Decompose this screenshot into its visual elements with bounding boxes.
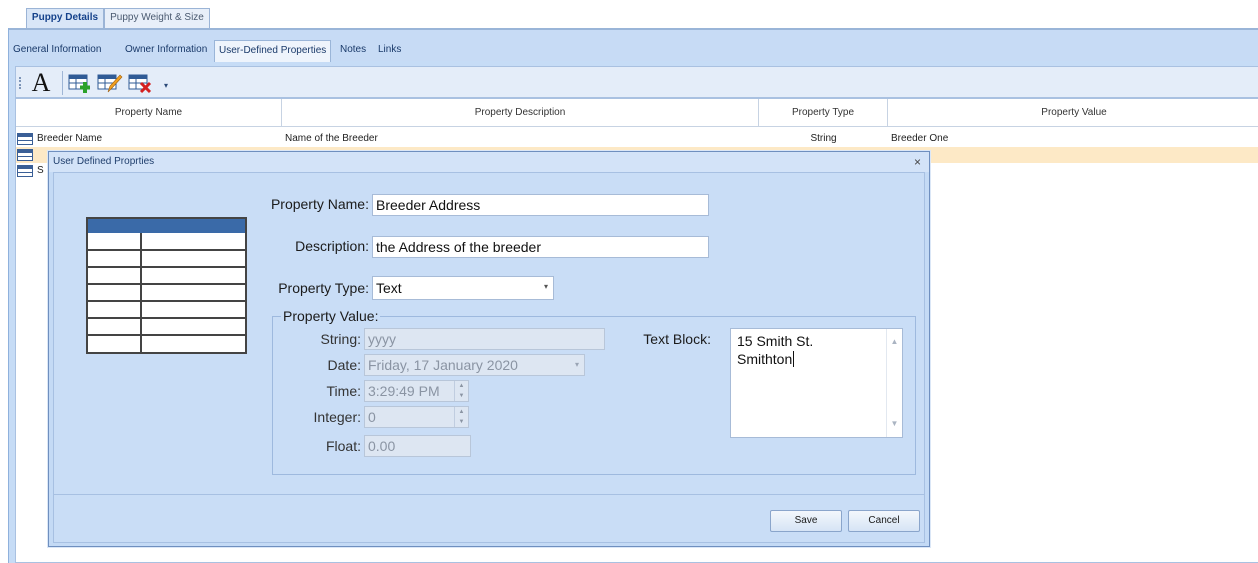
table-row-icon xyxy=(17,133,33,145)
property-name-input[interactable]: Breeder Address xyxy=(372,194,709,216)
float-input[interactable]: 0.00 xyxy=(364,435,471,457)
toolbar-grip[interactable] xyxy=(19,77,21,89)
table-icon-header xyxy=(88,219,245,233)
dialog-footer: Save Cancel xyxy=(53,495,925,543)
save-button[interactable]: Save xyxy=(770,510,842,532)
tab-notes[interactable]: Notes xyxy=(340,40,366,62)
description-input[interactable]: the Address of the breeder xyxy=(372,236,709,258)
spinner-arrows-icon[interactable]: ▲ ▼ xyxy=(454,407,468,427)
date-label: Date: xyxy=(327,357,361,373)
add-property-icon[interactable] xyxy=(68,72,94,94)
string-input[interactable]: yyyy xyxy=(364,328,605,350)
cell-property-value: Breeder One xyxy=(891,133,949,144)
property-type-label: Property Type: xyxy=(278,280,369,296)
table-row[interactable]: Breeder Name Name of the Breeder String … xyxy=(16,131,1258,147)
tab-puppy-weight-size[interactable]: Puppy Weight & Size xyxy=(104,8,210,28)
table-icon xyxy=(86,217,247,354)
column-header-property-name[interactable]: Property Name xyxy=(16,99,282,127)
text-block-input[interactable]: 15 Smith St. Smithton ▲ ▼ xyxy=(730,328,903,438)
integer-spinner[interactable]: 0 ▲ ▼ xyxy=(364,406,469,428)
table-row-icon xyxy=(17,149,33,161)
grid-header: Property Name Property Description Prope… xyxy=(16,99,1258,127)
cancel-button[interactable]: Cancel xyxy=(848,510,920,532)
table-icon-grid xyxy=(88,233,245,352)
integer-value: 0 xyxy=(368,409,376,425)
time-value: 3:29:49 PM xyxy=(368,383,440,399)
font-icon[interactable]: A xyxy=(26,69,56,97)
column-header-property-description[interactable]: Property Description xyxy=(282,99,759,127)
cell-property-name: Breeder Name xyxy=(37,133,103,144)
document-tab-strip: Puppy Details Puppy Weight & Size xyxy=(0,0,1258,28)
property-type-select[interactable]: Text ▾ xyxy=(372,276,554,300)
description-label: Description: xyxy=(295,238,369,254)
text-block-scrollbar[interactable]: ▲ ▼ xyxy=(886,329,902,437)
date-value: Friday, 17 January 2020 xyxy=(368,357,518,373)
property-value-group-label: Property Value: xyxy=(281,308,381,324)
table-row-icon xyxy=(17,165,33,177)
user-defined-properties-dialog: User Defined Proprties × Property Name: … xyxy=(48,151,930,547)
close-icon[interactable]: × xyxy=(914,152,921,172)
chevron-down-icon[interactable]: ▾ xyxy=(539,277,553,299)
delete-property-icon[interactable] xyxy=(128,72,154,94)
text-block-label: Text Block: xyxy=(643,331,711,347)
float-label: Float: xyxy=(325,438,361,454)
spinner-arrows-icon[interactable]: ▲ ▼ xyxy=(454,381,468,401)
string-label: String: xyxy=(320,331,361,347)
chevron-down-icon[interactable]: ▾ xyxy=(570,355,584,375)
tab-puppy-details[interactable]: Puppy Details xyxy=(26,8,104,28)
tab-links[interactable]: Links xyxy=(378,40,401,62)
integer-label: Integer: xyxy=(313,409,361,425)
dialog-body: Property Name: Breeder Address Descripti… xyxy=(53,172,925,495)
tab-general-information[interactable]: General Information xyxy=(13,40,101,62)
text-block-line: Smithton xyxy=(737,351,795,367)
edit-property-icon[interactable] xyxy=(97,72,123,94)
section-tab-strip: General Information Owner Information Us… xyxy=(9,28,1258,62)
tab-user-defined-properties[interactable]: User-Defined Properties xyxy=(214,40,332,62)
tab-owner-information[interactable]: Owner Information xyxy=(125,40,207,62)
time-label: Time: xyxy=(326,383,361,399)
column-header-property-value[interactable]: Property Value xyxy=(888,99,1258,127)
column-header-property-type[interactable]: Property Type xyxy=(759,99,888,127)
dialog-title-text: User Defined Proprties xyxy=(53,156,155,167)
cell-property-description: Name of the Breeder xyxy=(285,133,378,144)
time-spinner[interactable]: 3:29:49 PM ▲ ▼ xyxy=(364,380,469,402)
dialog-title[interactable]: User Defined Proprties × xyxy=(49,152,929,172)
cell-property-type: String xyxy=(810,133,837,144)
text-block-line: 15 Smith St. xyxy=(737,333,814,349)
properties-toolbar: A ▾ xyxy=(15,66,1258,98)
property-type-selected: Text xyxy=(376,280,402,296)
toolbar-separator xyxy=(62,71,63,95)
property-name-label: Property Name: xyxy=(270,196,369,212)
toolbar-overflow-chevron-icon[interactable]: ▾ xyxy=(164,81,168,90)
date-picker[interactable]: Friday, 17 January 2020 ▾ xyxy=(364,354,585,376)
